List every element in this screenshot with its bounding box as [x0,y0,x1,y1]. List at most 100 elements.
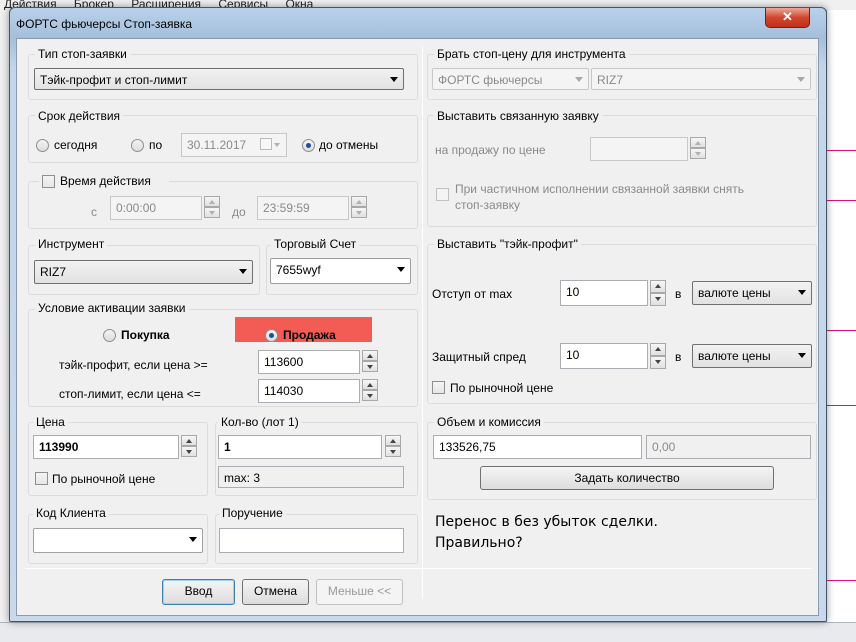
spin-up-icon[interactable] [650,280,666,293]
stop-limit-price-spinner[interactable] [362,379,378,401]
partial-cancel-label-line1: При частичном исполнении связанной заявк… [455,182,744,196]
quantity-spinner[interactable] [385,435,401,457]
radio-sell[interactable] [265,329,278,342]
spin-up-icon[interactable] [181,435,197,446]
action-time-checkbox[interactable] [42,175,55,188]
account-select[interactable]: 7655wyf [270,258,411,284]
calendar-icon[interactable] [260,138,272,150]
date-field[interactable]: 30.11.2017 [181,133,287,157]
time-from-spinner[interactable] [204,196,220,218]
radio-buy[interactable] [103,329,116,342]
offset-field[interactable]: 10 [560,280,648,306]
chevron-down-icon [798,290,806,295]
source-instrument-value: RIZ7 [597,73,624,87]
stop-type-select[interactable]: Тэйк-профит и стоп-лимит [34,68,404,90]
stop-price-source-label: Брать стоп-цену для инструмента [434,47,629,61]
spin-down-icon[interactable] [385,446,401,457]
price-spinner[interactable] [181,435,197,457]
enter-button[interactable]: Ввод [162,579,235,605]
source-instrument-select[interactable]: RIZ7 [591,68,811,90]
client-code-select[interactable] [33,528,203,553]
instrument-select[interactable]: RIZ7 [34,260,253,284]
time-to-spinner[interactable] [351,196,367,218]
time-from-field[interactable]: 0:00:00 [110,196,202,220]
volume-amount-value: 133526,75 [439,440,496,454]
partial-cancel-checkbox[interactable] [436,188,449,201]
client-code-label: Код Клиента [33,506,109,520]
offset-unit-select[interactable]: валюте цены [692,281,812,305]
partial-cancel-label: При частичном исполнении связанной заявк… [455,181,744,213]
spread-field[interactable]: 10 [560,343,648,369]
linked-sell-price-field[interactable] [590,137,688,161]
spin-down-icon[interactable] [362,361,378,372]
spin-up-icon[interactable] [351,196,367,207]
less-button[interactable]: Меньше << [316,579,403,605]
time-to-field[interactable]: 23:59:59 [257,196,349,220]
take-profit-price-field[interactable]: 113600 [258,350,360,374]
quantity-max-field: max: 3 [218,466,404,488]
instruction-label: Поручение [219,506,286,520]
take-profit-group [427,244,817,404]
offset-spinner[interactable] [650,280,666,306]
window-title: ФОРТС фьючерсы Стоп-заявка [16,17,193,31]
spin-down-icon[interactable] [181,446,197,457]
user-note-line1: Перенос в без убыток сделки. [435,514,658,530]
stop-limit-price-field[interactable]: 114030 [258,379,360,403]
account-value: 7655wyf [276,263,321,277]
spin-up-icon[interactable] [362,379,378,390]
take-profit-label: Выставить "тэйк-профит" [434,237,581,251]
spread-label: Защитный спред [432,350,526,364]
set-quantity-button[interactable]: Задать количество [480,466,774,490]
spread-spinner[interactable] [650,343,666,369]
class-select[interactable]: ФОРТС фьючерсы [432,68,589,90]
stop-type-label: Тип стоп-заявки [35,47,130,61]
chevron-down-icon [390,77,398,82]
stop-limit-price-label: стоп-лимит, если цена <= [59,387,201,401]
linked-order-label: Выставить связанную заявку [434,109,602,123]
linked-sell-price-spinner[interactable] [690,137,706,159]
radio-today-label: сегодня [54,138,98,152]
time-from-label: с [91,205,97,219]
title-bar: ФОРТС фьючерсы Стоп-заявка ✕ [10,8,826,38]
spread-unit-value: валюте цены [698,349,771,363]
column-divider [422,47,423,599]
spin-up-icon[interactable] [385,435,401,446]
take-profit-market-checkbox[interactable] [432,381,445,394]
radio-today[interactable] [36,139,49,152]
spread-unit-select[interactable]: валюте цены [692,344,812,368]
spin-down-icon[interactable] [650,356,666,369]
price-field[interactable]: 113990 [33,435,179,459]
instruction-field[interactable] [219,528,404,553]
background-statusbar [0,622,856,642]
radio-until-date[interactable] [131,139,144,152]
chevron-down-icon [239,269,247,274]
chevron-down-icon [798,353,806,358]
spin-down-icon[interactable] [351,207,367,218]
take-profit-price-spinner[interactable] [362,350,378,372]
class-value: ФОРТС фьючерсы [438,73,543,87]
radio-until-cancel[interactable] [302,139,315,152]
time-to-value: 23:59:59 [263,201,310,215]
spin-down-icon[interactable] [650,293,666,306]
spin-down-icon[interactable] [204,207,220,218]
close-button[interactable]: ✕ [765,8,810,28]
chevron-down-icon [397,267,405,272]
chevron-down-icon [189,537,197,542]
spin-up-icon[interactable] [204,196,220,207]
price-label: Цена [33,415,68,429]
spin-down-icon[interactable] [690,148,706,159]
background-right-panel [826,10,856,642]
chevron-down-icon [797,77,805,82]
spin-up-icon[interactable] [650,343,666,356]
quantity-field[interactable]: 1 [218,435,382,459]
volume-amount-field: 133526,75 [433,435,642,459]
time-to-label: до [232,205,246,219]
spin-up-icon[interactable] [690,137,706,148]
cancel-button[interactable]: Отмена [242,579,309,605]
spin-up-icon[interactable] [362,350,378,361]
linked-sell-price-label: на продажу по цене [435,143,546,157]
radio-buy-label: Покупка [121,328,170,342]
spin-down-icon[interactable] [362,390,378,401]
price-market-checkbox[interactable] [35,472,48,485]
spread-in-label: в [675,350,682,364]
